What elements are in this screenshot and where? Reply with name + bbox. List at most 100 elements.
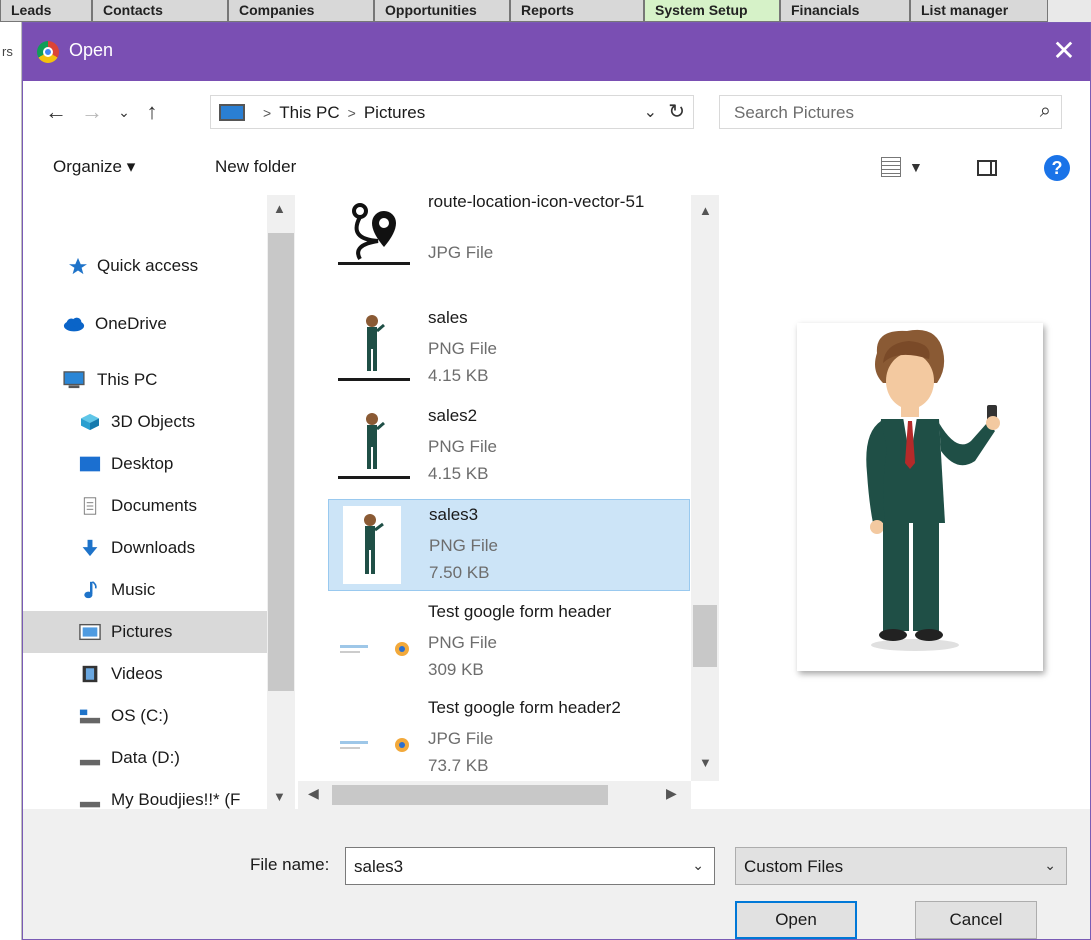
file-list-horizontal-scrollbar[interactable]: ◀ ▶ — [298, 781, 691, 809]
music-note-icon — [84, 581, 97, 599]
new-folder-button[interactable]: New folder — [215, 157, 296, 177]
nav-item-music[interactable]: Music — [23, 569, 267, 611]
file-name: sales2 — [428, 406, 478, 425]
file-thumbnail — [338, 603, 410, 681]
file-type-select[interactable]: Custom Files ⌄ — [735, 847, 1067, 885]
bg-tab-leads: Leads — [0, 0, 92, 22]
scroll-up-arrow-icon[interactable]: ▲ — [699, 203, 712, 218]
file-thumbnail — [338, 407, 410, 485]
recent-locations-chevron-icon[interactable]: ⌄ — [109, 97, 139, 127]
file-size: 309 KB — [428, 660, 484, 679]
file-size: 4.15 KB — [428, 464, 489, 483]
background-left-strip: rs — [0, 22, 22, 940]
bg-tab-reports: Reports — [510, 0, 644, 22]
file-item-test-google-form-header[interactable]: Test google form header PNG File 309 KB — [328, 597, 690, 689]
thumbnail-divider — [338, 476, 410, 479]
help-icon[interactable]: ? — [1044, 155, 1070, 181]
bg-tab-contacts: Contacts — [92, 0, 228, 22]
file-list-scrollbar-thumb[interactable] — [693, 605, 717, 667]
breadcrumb-pictures[interactable]: Pictures — [364, 103, 425, 122]
forward-arrow-icon[interactable]: → — [77, 97, 107, 127]
nav-item-label: Data (D:) — [111, 748, 180, 767]
image-preview — [797, 323, 1043, 671]
file-type: PNG File — [428, 339, 497, 358]
file-size: 7.50 KB — [429, 563, 490, 582]
nav-item-os-c[interactable]: OS (C:) — [23, 695, 267, 737]
scroll-left-arrow-icon[interactable]: ◀ — [308, 785, 319, 802]
nav-item-downloads[interactable]: Downloads — [23, 527, 267, 569]
nav-item-onedrive[interactable]: OneDrive — [23, 303, 267, 345]
nav-item-desktop[interactable]: Desktop — [23, 443, 267, 485]
nav-pane-scrollbar[interactable]: ▲ ▼ — [267, 195, 295, 809]
nav-item-label: Desktop — [111, 454, 174, 473]
nav-item-label: Quick access — [97, 256, 199, 275]
breadcrumb-this-pc[interactable]: This PC — [279, 103, 339, 122]
nav-item-label: Documents — [111, 496, 197, 515]
nav-item-label: Videos — [111, 664, 163, 683]
scroll-up-arrow-icon[interactable]: ▲ — [273, 201, 286, 216]
search-icon[interactable]: ⌕ — [1040, 100, 1051, 123]
file-thumbnail — [338, 309, 410, 387]
bg-tab-opportunities: Opportunities — [374, 0, 510, 22]
file-name-dropdown-icon[interactable]: ⌄ — [692, 857, 704, 874]
file-item-test-google-form-header2[interactable]: Test google form header2 JPG File 73.7 K… — [328, 693, 690, 785]
view-options-dropdown-icon[interactable]: ▼ — [909, 159, 923, 175]
nav-item-my-boudjies[interactable]: My Boudjies!!* (F — [23, 779, 267, 809]
background-app-nav: Leads Contacts Companies Opportunities R… — [0, 0, 1091, 22]
preview-pane-icon[interactable] — [977, 160, 997, 176]
nav-item-pictures[interactable]: Pictures — [23, 611, 267, 653]
nav-item-label: My Boudjies!!* (F — [111, 790, 241, 809]
cube-icon — [81, 413, 99, 431]
nav-item-label: Downloads — [111, 538, 196, 557]
file-thumbnail — [343, 506, 401, 584]
change-view-icon[interactable] — [881, 157, 901, 177]
file-item-sales[interactable]: sales PNG File 4.15 KB — [328, 303, 690, 395]
file-item-sales3[interactable]: sales3 PNG File 7.50 KB — [328, 499, 690, 591]
horizontal-scrollbar-thumb[interactable] — [332, 785, 608, 805]
thumbnail-divider — [338, 378, 410, 381]
bg-tab-system-setup: System Setup — [644, 0, 780, 22]
windows-drive-icon — [79, 709, 101, 724]
search-box[interactable]: Search Pictures ⌕ — [719, 95, 1062, 129]
file-type-value: Custom Files — [744, 857, 844, 876]
file-type: PNG File — [428, 437, 497, 456]
file-item-sales2[interactable]: sales2 PNG File 4.15 KB — [328, 401, 690, 493]
dialog-titlebar[interactable]: Open ✕ — [23, 23, 1090, 81]
address-bar[interactable]: > This PC > Pictures ⌄ ↻ — [210, 95, 694, 129]
film-icon — [82, 665, 98, 683]
close-icon[interactable]: ✕ — [1046, 33, 1082, 69]
organize-button[interactable]: Organize ▾ — [53, 157, 135, 177]
preview-pane — [719, 195, 1090, 809]
nav-item-videos[interactable]: Videos — [23, 653, 267, 695]
chevron-down-icon[interactable]: ⌄ — [1044, 857, 1056, 874]
bg-tab-companies: Companies — [228, 0, 374, 22]
breadcrumb: > This PC > Pictures — [255, 103, 425, 123]
nav-item-label: OS (C:) — [111, 706, 169, 725]
file-type: PNG File — [429, 536, 498, 555]
nav-item-data-d[interactable]: Data (D:) — [23, 737, 267, 779]
nav-item-label: This PC — [97, 370, 158, 389]
file-name: Test google form header2 — [428, 698, 621, 717]
nav-item-documents[interactable]: Documents — [23, 485, 267, 527]
salesman-preview-image — [797, 323, 1043, 671]
scroll-down-arrow-icon[interactable]: ▼ — [273, 789, 286, 804]
nav-pane-scrollbar-thumb[interactable] — [268, 233, 294, 691]
file-name-input[interactable]: sales3 ⌄ — [345, 847, 715, 885]
scroll-right-arrow-icon[interactable]: ▶ — [666, 785, 677, 802]
nav-item-this-pc[interactable]: This PC — [23, 359, 267, 401]
cancel-button[interactable]: Cancel — [915, 901, 1037, 939]
scroll-down-arrow-icon[interactable]: ▼ — [699, 755, 712, 770]
back-arrow-icon[interactable]: ← — [41, 97, 71, 127]
nav-item-3d-objects[interactable]: 3D Objects — [23, 401, 267, 443]
bg-tab-financials: Financials — [780, 0, 910, 22]
address-dropdown-icon[interactable]: ⌄ — [644, 102, 657, 122]
up-arrow-icon[interactable]: ↑ — [137, 97, 167, 127]
open-button[interactable]: Open — [735, 901, 857, 939]
file-name-value: sales3 — [354, 857, 404, 876]
file-item-route-location[interactable]: route-location-icon-vector-51 JPG File — [328, 195, 690, 279]
route-icon — [352, 203, 396, 260]
refresh-icon[interactable]: ↻ — [668, 99, 685, 124]
file-list: route-location-icon-vector-51 JPG File s… — [298, 195, 719, 809]
file-list-scrollbar[interactable]: ▲ ▼ — [691, 195, 719, 781]
nav-item-quick-access[interactable]: Quick access — [23, 245, 267, 287]
